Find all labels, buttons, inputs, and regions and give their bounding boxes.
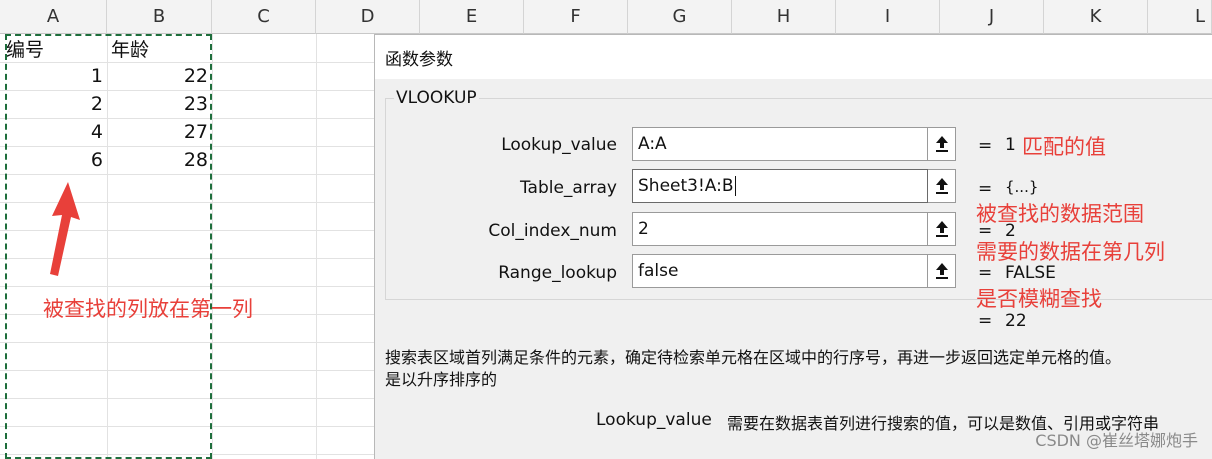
dialog-title[interactable]: 函数参数 [375,35,1212,79]
range-lookup-input[interactable]: false [632,254,928,288]
cell-a1[interactable]: 编号 [2,34,107,62]
arg-label-lookup-value: Lookup_value [501,135,617,155]
function-name: VLOOKUP [394,88,479,108]
column-header-b[interactable]: B [107,0,212,34]
cell-b4[interactable]: 27 [107,118,212,146]
cell-b1[interactable]: 年龄 [107,34,212,62]
arg-equals: = [978,136,993,156]
annotation-match-value: 匹配的值 [1022,135,1106,159]
cell-a2[interactable]: 1 [0,62,107,90]
gridline [316,34,317,459]
arg-label-table-array: Table_array [519,178,617,198]
gridline [0,426,375,427]
cell-b5[interactable]: 28 [107,146,212,174]
arg-equals: = [978,179,993,199]
collapse-dialog-arrow-icon[interactable] [928,254,956,288]
function-description: 搜索表区域首列满足条件的元素，确定待检索单元格在区域中的行序号，再进一步返回选定… [385,348,1122,367]
annotation-column-number: 需要的数据在第几列 [976,240,1165,264]
function-description-continued: 是以升序排序的 [385,370,498,389]
gridline [0,370,375,371]
column-header-d[interactable]: D [316,0,420,34]
column-header-j[interactable]: J [940,0,1044,34]
gridline [0,454,375,455]
arg-result-lookup-value: 1 [1005,135,1016,155]
column-header-e[interactable]: E [420,0,524,34]
cell-b2[interactable]: 22 [107,62,212,90]
annotation-fuzzy-match: 是否模糊查找 [976,287,1102,311]
collapse-dialog-arrow-icon[interactable] [928,127,956,161]
arg-help-name: Lookup_value [596,410,712,430]
gridline [212,34,213,459]
text-caret [734,176,736,196]
cell-a5[interactable]: 6 [0,146,107,174]
cell-b3[interactable]: 23 [107,90,212,118]
arg-label-col-index-num: Col_index_num [488,221,617,241]
gridline [0,286,375,287]
gridline [0,174,375,175]
cell-a3[interactable]: 2 [0,90,107,118]
arg-label-range-lookup: Range_lookup [498,263,617,283]
up-arrow-icon [50,182,80,276]
table-array-value: Sheet3!A:B [638,176,734,196]
gridline [0,342,375,343]
formula-result: 22 [1005,311,1027,331]
column-header-g[interactable]: G [628,0,732,34]
col-index-num-input[interactable]: 2 [632,212,928,246]
annotation-search-range: 被查找的数据范围 [976,202,1144,226]
column-header-k[interactable]: K [1044,0,1148,34]
column-header-h[interactable]: H [732,0,836,34]
formula-result-equals: = [978,311,993,331]
lookup-value-input[interactable]: A:A [632,127,928,161]
arg-result-table-array: {...} [1005,178,1039,196]
annotation-first-column: 被查找的列放在第一列 [43,297,253,321]
gridline [0,398,375,399]
arg-equals: = [978,263,993,283]
collapse-dialog-arrow-icon[interactable] [928,169,956,203]
column-header-i[interactable]: I [836,0,940,34]
watermark: CSDN @崔丝塔娜炮手 [1035,431,1198,450]
column-header-c[interactable]: C [212,0,316,34]
column-header-a[interactable]: A [0,0,107,34]
arg-result-range-lookup: FALSE [1005,263,1056,283]
collapse-dialog-arrow-icon[interactable] [928,212,956,246]
column-header-f[interactable]: F [524,0,628,34]
column-header-l[interactable]: L [1148,0,1212,34]
cell-a4[interactable]: 4 [0,118,107,146]
table-array-input[interactable]: Sheet3!A:B [632,169,928,203]
